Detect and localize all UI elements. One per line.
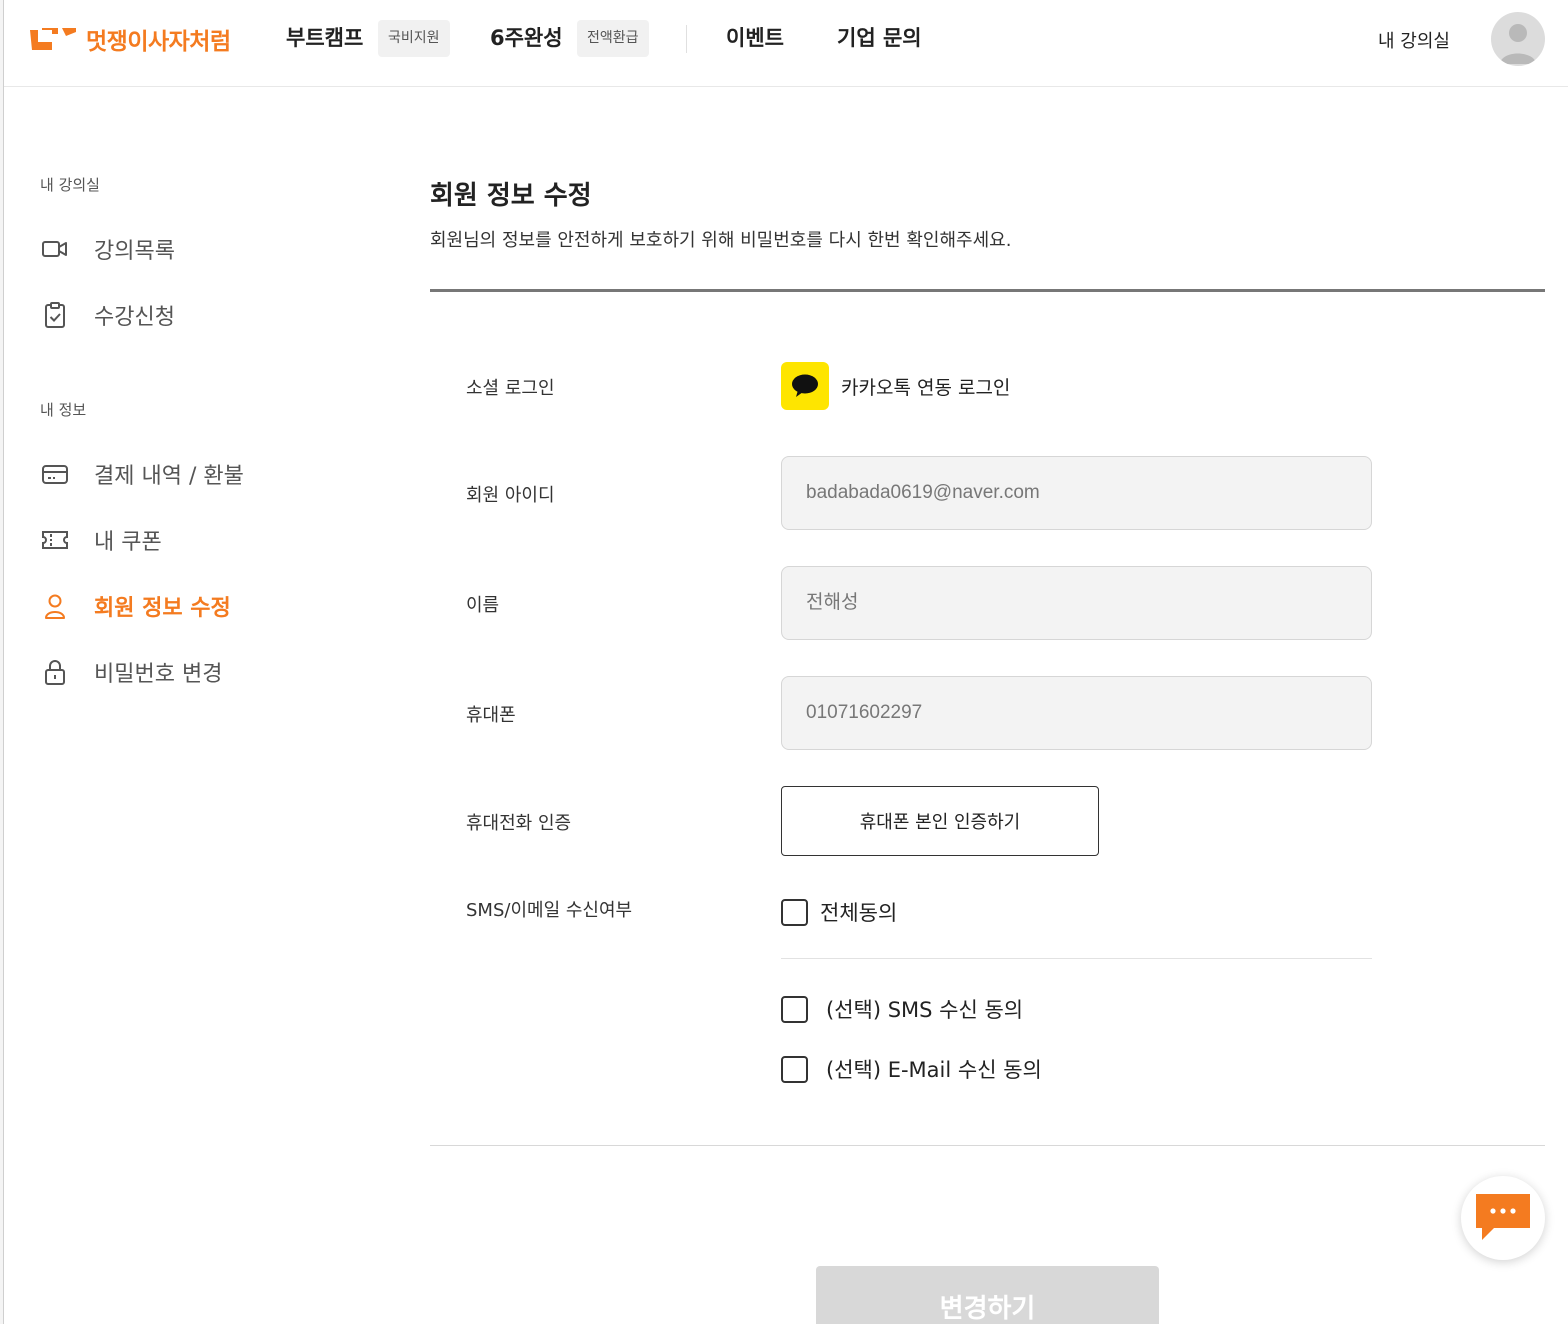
nav-divider [686,25,687,53]
consent-sms-checkbox[interactable]: (선택) SMS 수신 동의 [781,994,1023,1024]
kakao-login-text: 카카오톡 연동 로그인 [841,376,1011,399]
sidebar-item-label: 비밀번호 변경 [94,662,223,687]
user-icon [40,591,70,621]
consent-email-label: (선택) E-Mail 수신 동의 [826,1058,1042,1082]
lock-icon [40,657,70,687]
sidebar-item-change-password[interactable]: 비밀번호 변경 [40,656,222,688]
page-description: 회원님의 정보를 안전하게 보호하기 위해 비밀번호를 다시 한번 확인해주세요… [430,230,1012,251]
form-bottom-divider [430,1145,1545,1146]
sidebar-item-coupon[interactable]: 내 쿠폰 [40,524,162,556]
social-login-label: 소셜 로그인 [466,378,555,399]
sidebar-item-edit-profile[interactable]: 회원 정보 수정 [40,590,231,622]
my-class-link[interactable]: 내 강의실 [1378,27,1450,53]
checkbox[interactable] [781,898,808,926]
sidebar-item-label: 강의목록 [94,239,175,264]
kakao-login: 카카오톡 연동 로그인 [781,362,1010,410]
chat-bubble-icon [1476,1194,1530,1240]
phone-field: 01071602297 [781,676,1372,750]
nav-6weeks-badge: 전액환급 [577,20,649,57]
phone-verify-label: 휴대전화 인증 [466,813,572,834]
kakao-icon [781,362,829,410]
consent-sms-label: (선택) SMS 수신 동의 [826,998,1024,1022]
chat-button[interactable] [1461,1176,1545,1260]
avatar[interactable] [1491,12,1545,66]
nav-event[interactable]: 이벤트 [726,22,784,52]
page-title: 회원 정보 수정 [430,181,592,211]
top-header: 멋쟁이사자처럼 부트캠프 국비지원 6주완성 전액환급 이벤트 기업 문의 내 … [4,0,1568,87]
checkbox[interactable] [781,1055,808,1083]
credit-card-icon [40,459,70,489]
phone-label: 휴대폰 [466,705,516,726]
consent-email-checkbox[interactable]: (선택) E-Mail 수신 동의 [781,1054,1042,1084]
sidebar-item-enrollment[interactable]: 수강신청 [40,299,175,331]
name-field: 전해성 [781,566,1372,640]
sidebar-item-payment[interactable]: 결제 내역 / 환불 [40,458,244,490]
left-window-edge [0,0,4,1324]
submit-button[interactable]: 변경하기 [816,1266,1159,1324]
logo[interactable]: 멋쟁이사자처럼 [28,22,231,56]
consent-divider [781,958,1372,959]
member-id-label: 회원 아이디 [466,485,555,506]
checkbox[interactable] [781,995,808,1023]
sidebar-item-course-list[interactable]: 강의목록 [40,233,175,265]
phone-verify-button[interactable]: 휴대폰 본인 인증하기 [781,786,1099,856]
consent-all-label: 전체동의 [820,901,898,925]
sidebar-item-label: 내 쿠폰 [94,530,162,555]
consent-all-checkbox[interactable]: 전체동의 [781,897,897,927]
nav-business-inquiry[interactable]: 기업 문의 [837,22,922,52]
member-id-field: badabada0619@naver.com [781,456,1372,530]
title-divider [430,289,1545,292]
clipboard-check-icon [40,300,70,330]
sidebar-section-my-info: 내 정보 [40,401,87,419]
sidebar-item-label: 수강신청 [94,305,175,330]
lion-logo-icon [30,28,76,50]
logo-text: 멋쟁이사자처럼 [86,29,231,55]
video-icon [40,234,70,264]
nav-bootcamp[interactable]: 부트캠프 [286,22,363,52]
ticket-icon [40,525,70,555]
name-label: 이름 [466,595,500,616]
sidebar-item-label: 결제 내역 / 환불 [94,464,244,489]
nav-bootcamp-badge: 국비지원 [378,20,450,57]
nav-6weeks[interactable]: 6주완성 [490,22,563,52]
consent-label: SMS/이메일 수신여부 [466,900,633,921]
sidebar-item-label: 회원 정보 수정 [94,596,231,621]
user-avatar-icon [1500,24,1536,64]
sidebar-section-my-class: 내 강의실 [40,176,100,194]
